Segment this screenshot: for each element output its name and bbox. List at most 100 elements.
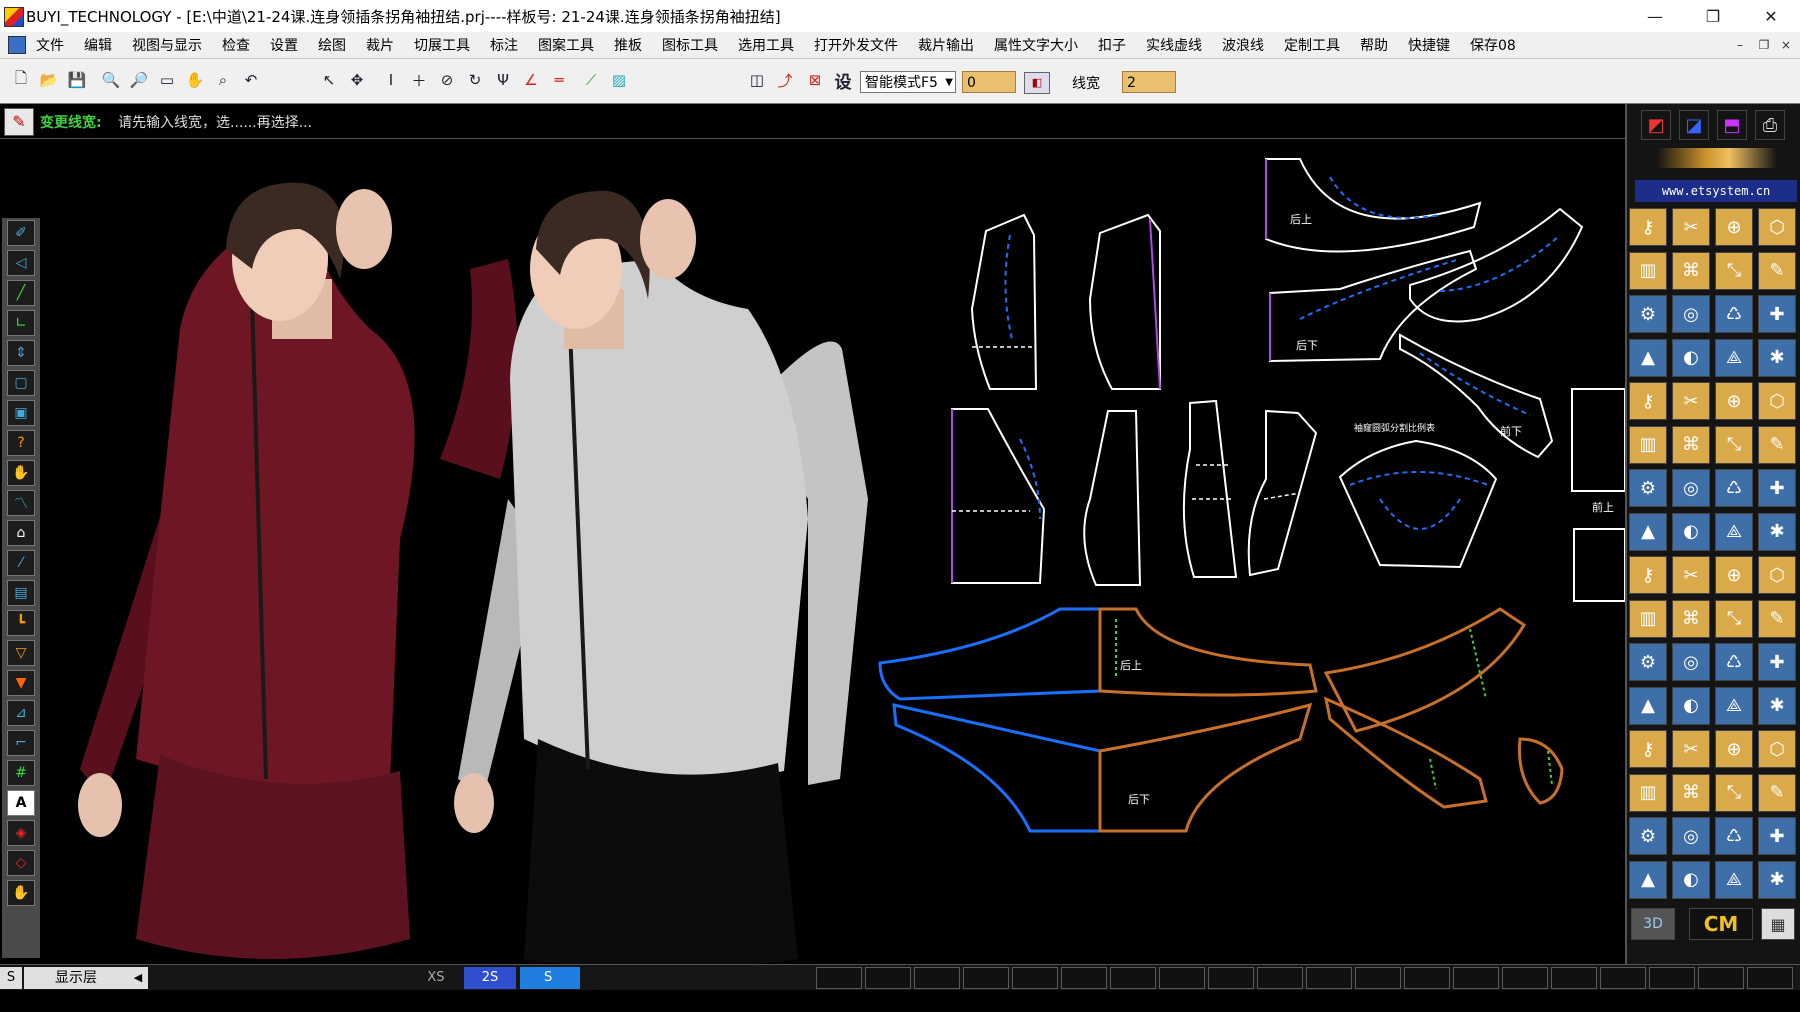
menu-item[interactable]: 打开外发文件: [814, 35, 898, 55]
palette-tool-icon[interactable]: ⬡: [1758, 730, 1796, 768]
palette-tool-icon[interactable]: ◐: [1672, 686, 1710, 725]
dimension-tool-icon[interactable]: ⇕: [7, 340, 35, 366]
palette-tool-icon[interactable]: ⤡: [1715, 599, 1753, 638]
dart-tool-icon[interactable]: ▽: [7, 640, 35, 666]
palette-tool-icon[interactable]: ⚙: [1629, 469, 1667, 507]
menu-item[interactable]: 扣子: [1098, 35, 1126, 55]
palette-tool-icon[interactable]: ⚙: [1629, 643, 1667, 681]
menu-item[interactable]: 文件: [36, 35, 64, 55]
size-tab-xs[interactable]: XS: [410, 967, 462, 989]
menu-item[interactable]: 编辑: [84, 35, 112, 55]
new-file-icon[interactable]: 🗋: [10, 69, 32, 91]
size-cell[interactable]: [1649, 967, 1695, 989]
palette-tool-icon[interactable]: ✱: [1758, 686, 1796, 725]
palette-tool-icon[interactable]: ⚙: [1629, 817, 1667, 855]
palette-tool-icon[interactable]: ⊕: [1715, 382, 1753, 420]
palette-tool-icon[interactable]: ▲: [1629, 338, 1667, 377]
size-cell[interactable]: [1747, 967, 1793, 989]
grid-tool-icon[interactable]: #: [7, 760, 35, 786]
glove-tool-icon[interactable]: ✋: [7, 880, 35, 906]
frame-tool-icon[interactable]: ▣: [7, 400, 35, 426]
palette-tool-icon[interactable]: ⟁: [1715, 860, 1753, 899]
minimize-button[interactable]: —: [1626, 0, 1684, 32]
mdi-close-button[interactable]: ×: [1776, 36, 1796, 54]
palette-tool-icon[interactable]: ⚷: [1629, 382, 1667, 420]
palette-tool-icon[interactable]: ✱: [1758, 860, 1796, 899]
palette-tool-icon[interactable]: ⟁: [1715, 686, 1753, 725]
s-toggle-button[interactable]: S: [0, 967, 22, 989]
palette-tool-icon[interactable]: ✚: [1758, 643, 1796, 681]
size-cell[interactable]: [865, 967, 911, 989]
menu-item[interactable]: 波浪线: [1222, 35, 1264, 55]
palette-tool-icon[interactable]: ✂: [1672, 382, 1710, 420]
palette-tool-icon[interactable]: ⬡: [1758, 556, 1796, 594]
menu-item[interactable]: 视图与显示: [132, 35, 202, 55]
size-cell[interactable]: [1159, 967, 1205, 989]
palette-tool-icon[interactable]: ◎: [1672, 817, 1710, 855]
mdi-minimize-button[interactable]: –: [1730, 36, 1750, 54]
palette-print-icon[interactable]: ⎙: [1755, 110, 1785, 140]
cm-button[interactable]: CM: [1689, 908, 1753, 940]
step-tool-icon[interactable]: ┗: [7, 610, 35, 636]
palette-red-icon[interactable]: ◩: [1641, 110, 1671, 140]
size-cell[interactable]: [1502, 967, 1548, 989]
size-cell[interactable]: [1453, 967, 1499, 989]
palette-tool-icon[interactable]: ⊕: [1715, 208, 1753, 246]
help-tool-icon[interactable]: ?: [7, 430, 35, 456]
palette-tool-icon[interactable]: ⟁: [1715, 338, 1753, 377]
palette-tool-icon[interactable]: ♺: [1715, 643, 1753, 681]
palette-tool-icon[interactable]: ✚: [1758, 295, 1796, 333]
palette-tool-icon[interactable]: ◎: [1672, 295, 1710, 333]
palette-tool-icon[interactable]: ⊕: [1715, 556, 1753, 594]
size-cell[interactable]: [1698, 967, 1744, 989]
palette-tool-icon[interactable]: ⟁: [1715, 512, 1753, 551]
mdi-restore-button[interactable]: ❐: [1754, 36, 1774, 54]
palette-tool-icon[interactable]: ▥: [1629, 773, 1667, 812]
size-cell[interactable]: [816, 967, 862, 989]
menu-item[interactable]: 推板: [614, 35, 642, 55]
display-layer-label[interactable]: 显示层: [24, 967, 128, 989]
palette-tool-icon[interactable]: ✎: [1758, 425, 1796, 464]
palette-tool-icon[interactable]: ⤡: [1715, 425, 1753, 464]
palette-tool-icon[interactable]: ▥: [1629, 425, 1667, 464]
linewidth-input[interactable]: 2: [1122, 71, 1176, 93]
palette-tool-icon[interactable]: ◐: [1672, 338, 1710, 377]
line-tool-icon[interactable]: ╱: [7, 280, 35, 306]
stairs-tool-icon[interactable]: ⊿: [7, 700, 35, 726]
size-cell[interactable]: [1012, 967, 1058, 989]
size-cell[interactable]: [1306, 967, 1352, 989]
menu-item[interactable]: 选用工具: [738, 35, 794, 55]
palette-tool-icon[interactable]: ✎: [1758, 251, 1796, 290]
palette-tool-icon[interactable]: ✱: [1758, 338, 1796, 377]
scroll-left-icon[interactable]: ◀: [128, 967, 148, 989]
palette-tool-icon[interactable]: ⌘: [1672, 599, 1710, 638]
palette-tool-icon[interactable]: ⌘: [1672, 251, 1710, 290]
menu-item[interactable]: 切展工具: [414, 35, 470, 55]
palette-tool-icon[interactable]: ◐: [1672, 512, 1710, 551]
palette-tool-icon[interactable]: ⚷: [1629, 556, 1667, 594]
3d-button[interactable]: 3D: [1631, 908, 1675, 940]
palette-tool-icon[interactable]: ▲: [1629, 686, 1667, 725]
menu-item[interactable]: 实线虚线: [1146, 35, 1202, 55]
palette-tool-icon[interactable]: ◐: [1672, 860, 1710, 899]
house-tool-icon[interactable]: ⌂: [7, 520, 35, 546]
hand-tool-icon[interactable]: ✋: [7, 460, 35, 486]
size-cell[interactable]: [914, 967, 960, 989]
palette-tool-icon[interactable]: ✂: [1672, 208, 1710, 246]
palette-tool-icon[interactable]: ♺: [1715, 295, 1753, 333]
palette-tool-icon[interactable]: ♺: [1715, 469, 1753, 507]
menu-item[interactable]: 裁片: [366, 35, 394, 55]
close-button[interactable]: ✕: [1742, 0, 1800, 32]
curve-tool-icon[interactable]: ◁: [7, 250, 35, 276]
pen-tool-icon[interactable]: ✐: [7, 220, 35, 246]
rectangle-tool-icon[interactable]: ▢: [7, 370, 35, 396]
menu-item[interactable]: 设置: [270, 35, 298, 55]
size-cell[interactable]: [1061, 967, 1107, 989]
menu-item[interactable]: 帮助: [1360, 35, 1388, 55]
palette-tool-icon[interactable]: ◎: [1672, 643, 1710, 681]
drawing-canvas[interactable]: 后上 后下 前下 前上 袖窿圆弧分割比例表 后上 后下: [0, 138, 1625, 969]
palette-tool-icon[interactable]: ⤡: [1715, 773, 1753, 812]
palette-tool-icon[interactable]: ⚷: [1629, 208, 1667, 246]
menu-item[interactable]: 裁片输出: [918, 35, 974, 55]
palette-tool-icon[interactable]: ⬡: [1758, 208, 1796, 246]
